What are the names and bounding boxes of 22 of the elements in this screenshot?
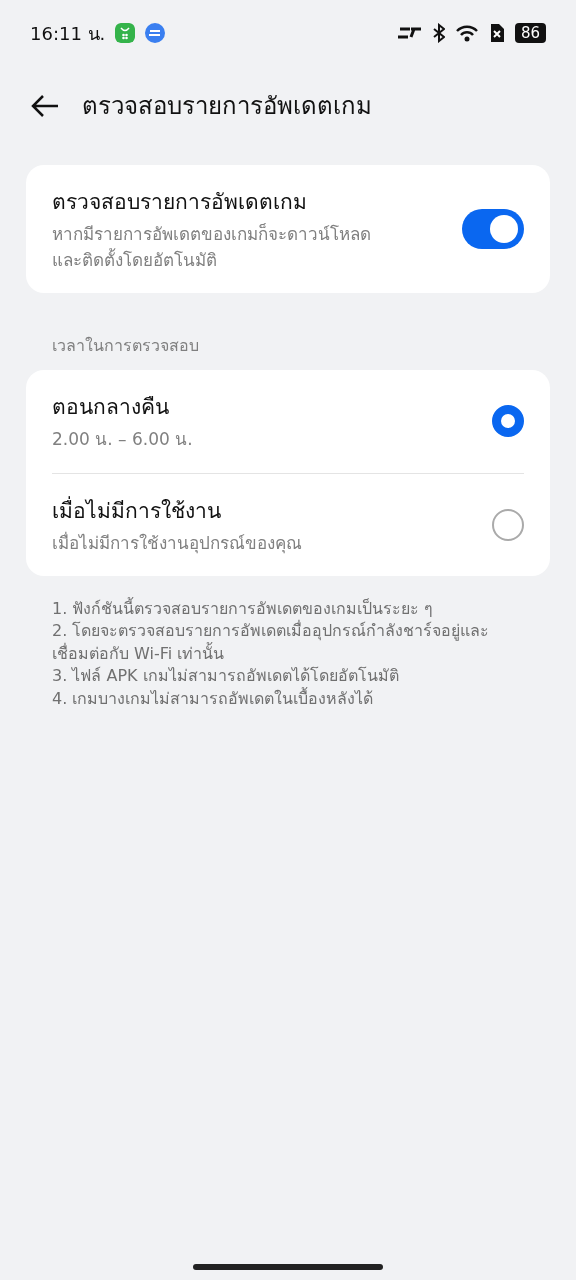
status-time: 16:11 น. <box>30 21 106 46</box>
option-description: 2.00 น. – 6.00 น. <box>52 428 194 451</box>
page-title: ตรวจสอบรายการอัพเดตเกม <box>82 91 372 122</box>
note-text: 2. โดยจะตรวจสอบรายการอัพเดตเมื่ออุปกรณ์กำลังชาร์จอยู่และเชื่อมต่อกับ Wi-Fi เท่านั้น <box>52 620 491 665</box>
back-icon[interactable] <box>30 93 60 118</box>
note-text: 1. ฟังก์ชันนี้ตรวจสอบรายการอัพเดตของเกมเป็นระยะ ๆ <box>52 598 435 620</box>
note-text: 3. ไฟล์ APK เกมไม่สามารถอัพเดตได้โดยอัตโนมัติ <box>52 665 400 687</box>
shopping-bag-icon <box>115 23 136 43</box>
toggle-switch[interactable] <box>462 209 524 249</box>
radio-button[interactable] <box>492 405 524 438</box>
option-title: เมื่อไม่มีการใช้งาน <box>52 495 222 525</box>
sim-icon <box>488 23 505 43</box>
option-title: ตอนกลางคืน <box>52 394 170 421</box>
battery-level: 86 <box>514 23 546 43</box>
setting-title: ตรวจสอบรายการอัพเดตเกม <box>52 189 308 216</box>
section-label: เวลาในการตรวจสอบ <box>51 335 200 357</box>
radio-button[interactable] <box>492 508 524 541</box>
wifi-icon <box>454 23 479 43</box>
note-text: 4. เกมบางเกมไม่สามารถอัพเดตในเบื้องหลังได้ <box>52 687 375 710</box>
option-description: เมื่อไม่มีการใช้งานอุปกรณ์ของคุณ <box>52 530 303 556</box>
setting-description: หากมีรายการอัพเดตของเกมก็จะดาวน์โหลดและติดตั้งโดยอัตโนมัติ <box>52 222 372 272</box>
bluetooth-icon <box>432 23 445 43</box>
